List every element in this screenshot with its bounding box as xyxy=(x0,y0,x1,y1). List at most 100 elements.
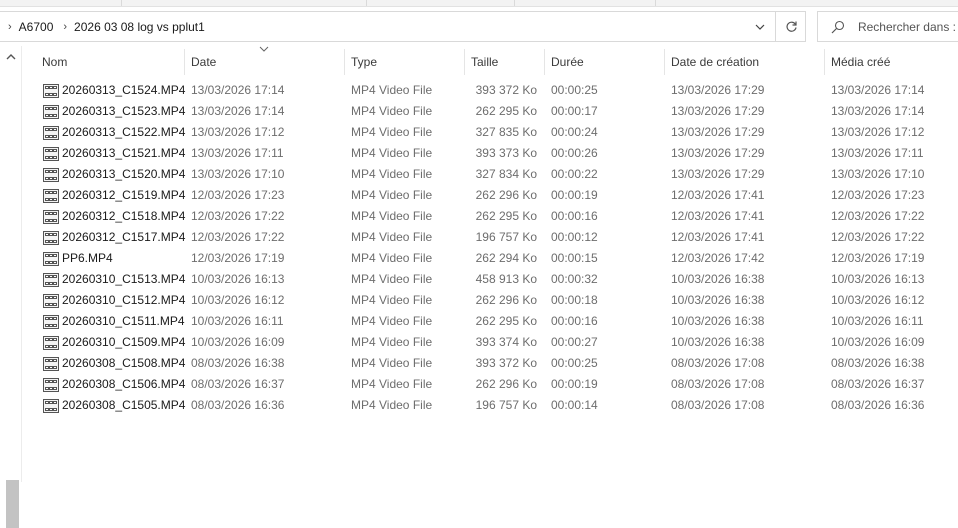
file-name[interactable]: 20260313_C1523.MP4 xyxy=(62,101,185,122)
file-row[interactable]: 20260310_C1513.MP4 10/03/2026 16:13 MP4 … xyxy=(22,269,958,290)
file-name[interactable]: 20260312_C1519.MP4 xyxy=(62,185,185,206)
refresh-icon[interactable] xyxy=(775,12,806,41)
sort-descending-icon xyxy=(259,46,269,52)
file-row[interactable]: 20260310_C1509.MP4 10/03/2026 16:09 MP4 … xyxy=(22,332,958,353)
column-header-size[interactable]: Taille xyxy=(465,49,545,75)
file-duration: 00:00:18 xyxy=(551,293,598,307)
file-duration: 00:00:15 xyxy=(551,251,598,265)
file-size: 458 913 Ko xyxy=(475,272,537,286)
breadcrumb-item-current[interactable]: 2026 03 08 log vs pplut1 xyxy=(74,20,205,34)
file-row[interactable]: 20260308_C1508.MP4 08/03/2026 16:38 MP4 … xyxy=(22,353,958,374)
file-media-created: 08/03/2026 16:38 xyxy=(831,356,925,370)
file-date: 12/03/2026 17:23 xyxy=(191,188,285,202)
file-row[interactable]: 20260313_C1521.MP4 13/03/2026 17:11 MP4 … xyxy=(22,143,958,164)
file-name[interactable]: 20260308_C1505.MP4 xyxy=(62,395,185,416)
file-name[interactable]: 20260313_C1520.MP4 xyxy=(62,164,185,185)
file-name[interactable]: 20260313_C1524.MP4 xyxy=(62,80,185,101)
file-row[interactable]: 20260308_C1506.MP4 08/03/2026 16:37 MP4 … xyxy=(22,374,958,395)
file-size: 262 296 Ko xyxy=(475,377,537,391)
file-type: MP4 Video File xyxy=(351,146,433,160)
file-type: MP4 Video File xyxy=(351,272,433,286)
file-created: 12/03/2026 17:42 xyxy=(671,251,765,265)
file-type: MP4 Video File xyxy=(351,209,433,223)
scrollbar-thumb[interactable] xyxy=(6,480,19,528)
column-header-duration[interactable]: Durée xyxy=(545,49,665,75)
file-row[interactable]: 20260313_C1524.MP4 13/03/2026 17:14 MP4 … xyxy=(22,80,958,101)
file-duration: 00:00:16 xyxy=(551,209,598,223)
file-media-created: 12/03/2026 17:19 xyxy=(831,251,925,265)
file-row[interactable]: 20260312_C1518.MP4 12/03/2026 17:22 MP4 … xyxy=(22,206,958,227)
column-header-created[interactable]: Date de création xyxy=(665,49,825,75)
file-row[interactable]: 20260312_C1517.MP4 12/03/2026 17:22 MP4 … xyxy=(22,227,958,248)
file-size: 262 296 Ko xyxy=(475,293,537,307)
file-name[interactable]: PP6.MP4 xyxy=(62,248,113,269)
file-name[interactable]: 20260310_C1511.MP4 xyxy=(62,311,185,332)
file-created: 12/03/2026 17:41 xyxy=(671,230,765,244)
video-file-icon xyxy=(43,335,59,350)
navigation-scrollbar[interactable] xyxy=(0,46,22,528)
search-input[interactable]: Rechercher dans : 2 xyxy=(858,20,958,34)
file-media-created: 13/03/2026 17:14 xyxy=(831,83,925,97)
file-name[interactable]: 20260313_C1521.MP4 xyxy=(62,143,185,164)
address-bar[interactable]: › A6700 › 2026 03 08 log vs pplut1 xyxy=(0,11,806,42)
column-header-name[interactable]: Nom xyxy=(36,49,185,75)
video-file-icon xyxy=(43,377,59,392)
file-media-created: 10/03/2026 16:12 xyxy=(831,293,925,307)
file-type: MP4 Video File xyxy=(351,251,433,265)
video-file-icon xyxy=(43,167,59,182)
file-created: 13/03/2026 17:29 xyxy=(671,167,765,181)
file-name[interactable]: 20260310_C1513.MP4 xyxy=(62,269,185,290)
file-row[interactable]: 20260313_C1522.MP4 13/03/2026 17:12 MP4 … xyxy=(22,122,958,143)
file-row[interactable]: 20260313_C1523.MP4 13/03/2026 17:14 MP4 … xyxy=(22,101,958,122)
file-type: MP4 Video File xyxy=(351,314,433,328)
file-date: 12/03/2026 17:19 xyxy=(191,251,285,265)
file-created: 08/03/2026 17:08 xyxy=(671,398,765,412)
file-type: MP4 Video File xyxy=(351,83,433,97)
breadcrumb-item[interactable]: A6700 xyxy=(19,20,54,34)
file-duration: 00:00:19 xyxy=(551,377,598,391)
file-created: 10/03/2026 16:38 xyxy=(671,314,765,328)
file-name[interactable]: 20260312_C1518.MP4 xyxy=(62,206,185,227)
file-name[interactable]: 20260310_C1512.MP4 xyxy=(62,290,185,311)
file-name[interactable]: 20260310_C1509.MP4 xyxy=(62,332,185,353)
video-file-icon xyxy=(43,293,59,308)
file-media-created: 08/03/2026 16:36 xyxy=(831,398,925,412)
file-media-created: 13/03/2026 17:11 xyxy=(831,146,924,160)
file-type: MP4 Video File xyxy=(351,125,433,139)
file-list: 20260313_C1524.MP4 13/03/2026 17:14 MP4 … xyxy=(22,80,958,416)
column-header-date[interactable]: Date xyxy=(185,49,345,75)
file-duration: 00:00:14 xyxy=(551,398,598,412)
ribbon-divider xyxy=(366,0,367,6)
file-name[interactable]: 20260308_C1506.MP4 xyxy=(62,374,185,395)
video-file-icon xyxy=(43,146,59,161)
file-date: 10/03/2026 16:12 xyxy=(191,293,285,307)
scroll-up-icon[interactable] xyxy=(5,51,17,63)
chevron-right-icon[interactable]: › xyxy=(8,21,12,33)
chevron-right-icon[interactable]: › xyxy=(63,21,67,33)
file-row[interactable]: PP6.MP4 12/03/2026 17:19 MP4 Video File … xyxy=(22,248,958,269)
video-file-icon xyxy=(43,83,59,98)
file-duration: 00:00:24 xyxy=(551,125,598,139)
file-media-created: 12/03/2026 17:22 xyxy=(831,209,925,223)
video-file-icon xyxy=(43,188,59,203)
file-size: 262 295 Ko xyxy=(475,104,537,118)
file-type: MP4 Video File xyxy=(351,398,433,412)
file-date: 12/03/2026 17:22 xyxy=(191,209,285,223)
file-name[interactable]: 20260308_C1508.MP4 xyxy=(62,353,185,374)
file-row[interactable]: 20260310_C1511.MP4 10/03/2026 16:11 MP4 … xyxy=(22,311,958,332)
search-box[interactable]: Rechercher dans : 2 xyxy=(817,11,958,42)
file-row[interactable]: 20260313_C1520.MP4 13/03/2026 17:10 MP4 … xyxy=(22,164,958,185)
chevron-down-icon[interactable] xyxy=(746,12,774,41)
file-row[interactable]: 20260308_C1505.MP4 08/03/2026 16:36 MP4 … xyxy=(22,395,958,416)
file-name[interactable]: 20260312_C1517.MP4 xyxy=(62,227,185,248)
column-header-type[interactable]: Type xyxy=(345,49,465,75)
file-row[interactable]: 20260310_C1512.MP4 10/03/2026 16:12 MP4 … xyxy=(22,290,958,311)
file-name[interactable]: 20260313_C1522.MP4 xyxy=(62,122,185,143)
file-duration: 00:00:17 xyxy=(551,104,598,118)
column-header-media-created[interactable]: Média créé xyxy=(825,49,958,75)
file-date: 10/03/2026 16:11 xyxy=(191,314,284,328)
video-file-icon xyxy=(43,209,59,224)
file-row[interactable]: 20260312_C1519.MP4 12/03/2026 17:23 MP4 … xyxy=(22,185,958,206)
file-type: MP4 Video File xyxy=(351,188,433,202)
file-size: 262 295 Ko xyxy=(475,314,537,328)
